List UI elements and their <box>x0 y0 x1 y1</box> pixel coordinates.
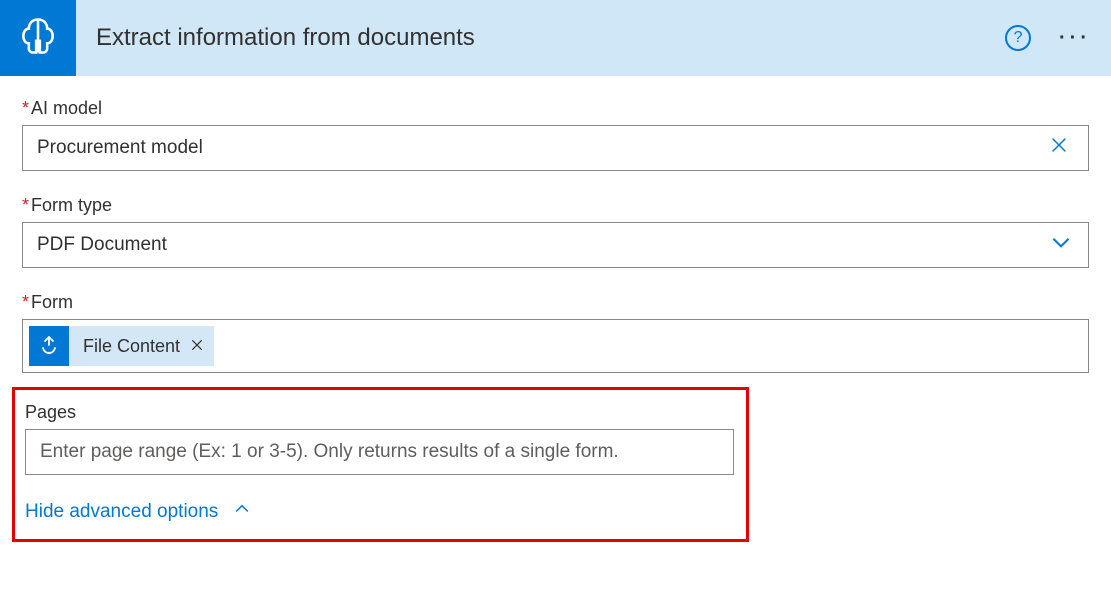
chevron-down-icon <box>1048 229 1074 261</box>
form-type-value: PDF Document <box>37 234 1048 256</box>
form-type-label: *Form type <box>22 195 1089 216</box>
card-header: Extract information from documents ? ··· <box>0 0 1111 76</box>
clear-icon[interactable] <box>1048 134 1070 162</box>
ai-model-input[interactable]: Procurement model <box>22 125 1089 171</box>
more-options-icon[interactable]: ··· <box>1059 27 1091 50</box>
form-type-dropdown[interactable]: PDF Document <box>22 222 1089 268</box>
remove-token-icon[interactable] <box>190 336 204 357</box>
card-title: Extract information from documents <box>96 24 1005 52</box>
connector-icon-box <box>0 0 76 76</box>
form-input[interactable]: File Content <box>22 319 1089 373</box>
hide-advanced-options-link[interactable]: Hide advanced options <box>25 499 252 525</box>
dynamic-content-token[interactable]: File Content <box>29 326 214 366</box>
pages-label: Pages <box>25 402 734 423</box>
ai-model-value: Procurement model <box>37 137 1048 159</box>
chevron-up-icon <box>232 499 252 525</box>
pages-input[interactable] <box>25 429 734 475</box>
token-label: File Content <box>83 336 180 357</box>
file-content-connector-icon <box>29 326 69 366</box>
ai-model-label: *AI model <box>22 98 1089 119</box>
card-body: *AI model Procurement model *Form type P… <box>0 76 1111 542</box>
highlight-annotation-box: Pages Hide advanced options <box>12 387 749 542</box>
form-label: *Form <box>22 292 1089 313</box>
ai-builder-brain-icon <box>16 14 60 63</box>
help-icon[interactable]: ? <box>1005 25 1031 51</box>
